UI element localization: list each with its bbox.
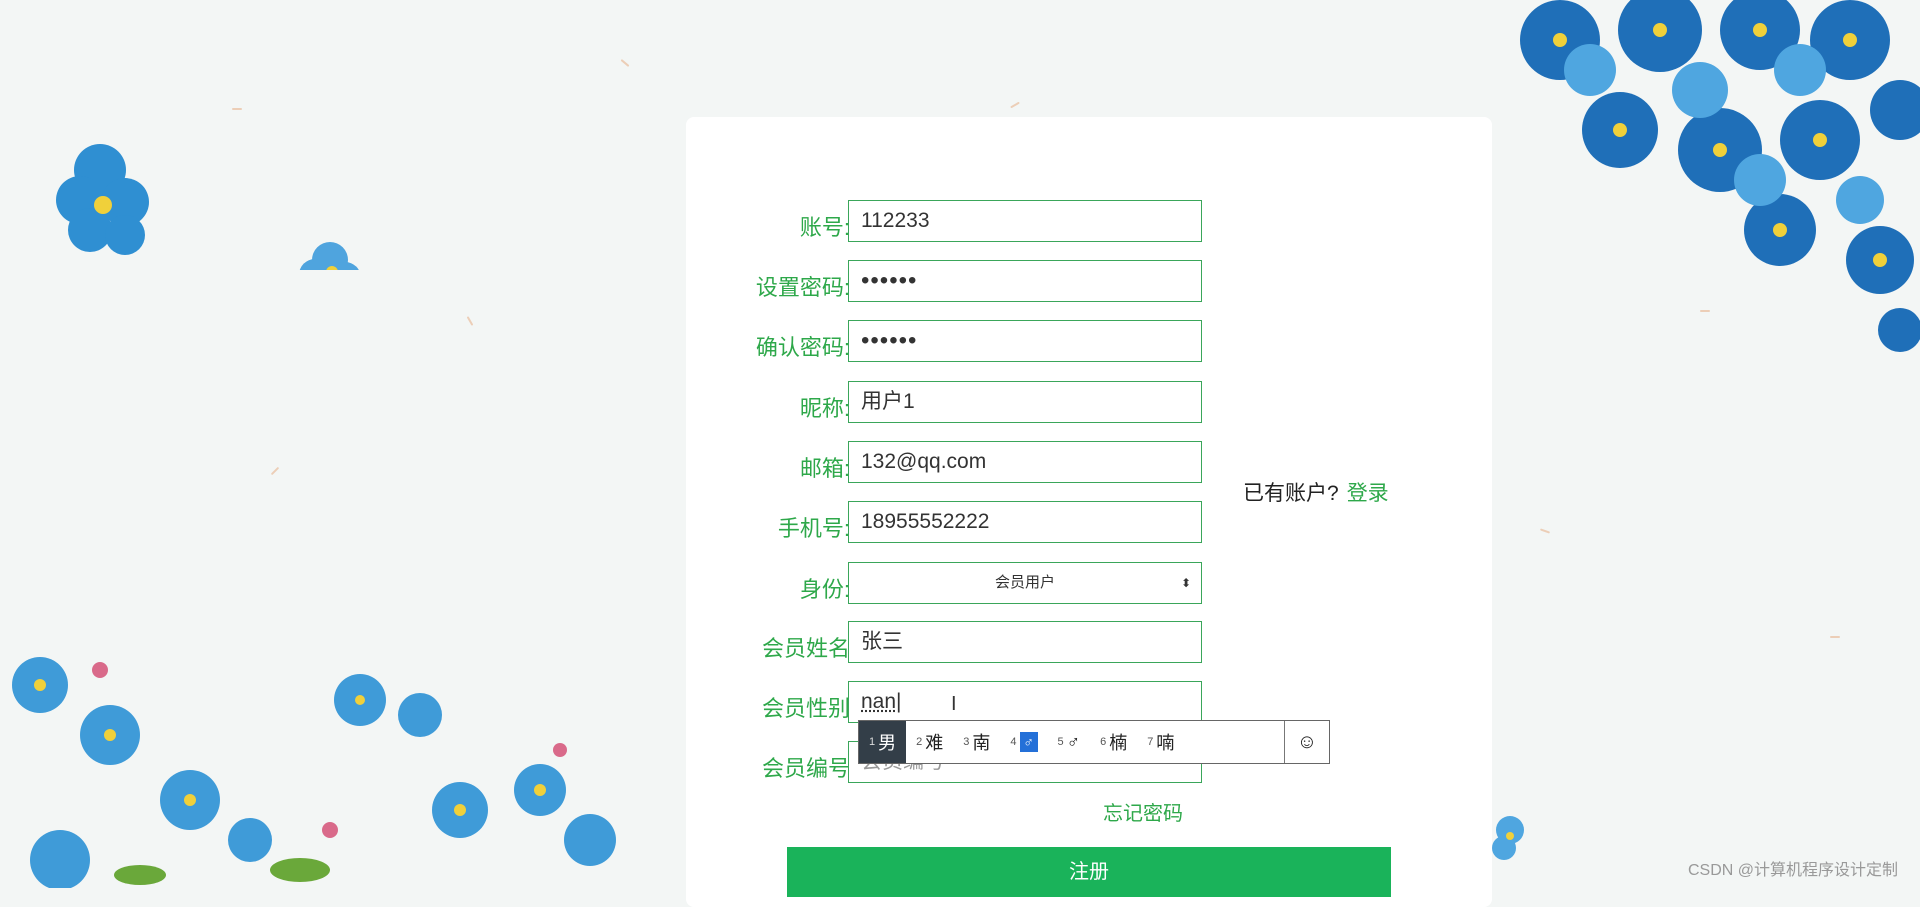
email-row: 邮箱: 132@qq.com <box>686 441 1246 485</box>
phone-label: 手机号: <box>777 516 850 541</box>
member-name-row: 会员姓名 张三 <box>686 621 1246 665</box>
nickname-label: 昵称: <box>799 396 850 421</box>
forgot-password-link[interactable]: 忘记密码 <box>1103 797 1183 826</box>
select-arrows-icon: ⬍ <box>1180 576 1191 590</box>
phone-input[interactable]: 18955552222 <box>848 501 1202 543</box>
decorative-flowers-topleft <box>56 144 359 270</box>
member-gender-input[interactable]: nan| <box>848 681 1202 723</box>
member-gender-row: 会员性别 nan| <box>686 681 1246 725</box>
member-name-label: 会员姓名 <box>761 636 850 661</box>
nickname-input[interactable]: 用户1 <box>848 381 1202 423</box>
confirm-password-label: 确认密码: <box>755 335 850 360</box>
ime-candidate-2[interactable]: 2难 <box>906 721 953 763</box>
text-cursor-icon: I <box>951 693 957 715</box>
role-row: 身份: 会员用户 ⬍ <box>686 562 1246 606</box>
has-account-text: 已有账户? <box>1243 482 1339 505</box>
email-label: 邮箱: <box>799 456 850 481</box>
account-row: 账号: 112233 <box>686 200 1246 244</box>
ime-candidate-5[interactable]: 5 ♂ <box>1048 721 1091 763</box>
login-prompt: 已有账户? 登录 <box>1243 477 1389 507</box>
ime-candidate-4[interactable]: 4 ♂ <box>1000 721 1047 763</box>
ime-candidate-1[interactable]: 1男 <box>859 721 907 763</box>
confirm-password-row: 确认密码: •••••• <box>686 320 1246 364</box>
phone-row: 手机号: 18955552222 <box>686 501 1246 545</box>
register-button[interactable]: 注册 <box>787 847 1391 897</box>
ime-candidate-bar: 1男 2难 3南 4 ♂ 5 ♂ 6楠 7喃 ☺ <box>858 720 1330 764</box>
role-select-value: 会员用户 <box>994 574 1055 591</box>
ime-candidate-6[interactable]: 6楠 <box>1090 721 1137 763</box>
role-label: 身份: <box>799 577 850 602</box>
password-row: 设置密码: •••••• <box>686 260 1246 304</box>
male-restroom-icon: ♂ <box>1019 732 1038 752</box>
decorative-flowers-bottomleft <box>12 657 616 888</box>
role-select[interactable]: 会员用户 ⬍ <box>848 562 1202 604</box>
ime-candidate-7[interactable]: 7喃 <box>1137 721 1184 763</box>
nickname-row: 昵称: 用户1 <box>686 381 1246 425</box>
watermark: CSDN @计算机程序设计定制 <box>1687 862 1898 879</box>
member-gender-label: 会员性别 <box>761 696 850 721</box>
login-link[interactable]: 登录 <box>1347 482 1389 505</box>
password-input[interactable]: •••••• <box>848 260 1202 302</box>
register-card: 账号: 112233 设置密码: •••••• 确认密码: •••••• 昵称:… <box>686 117 1492 907</box>
confirm-password-input[interactable]: •••••• <box>848 320 1202 362</box>
password-label: 设置密码: <box>755 275 850 300</box>
account-label: 账号: <box>799 215 850 240</box>
account-input[interactable]: 112233 <box>848 200 1202 242</box>
decorative-flower-bottomright <box>1492 816 1524 860</box>
email-input[interactable]: 132@qq.com <box>848 441 1202 483</box>
member-name-input[interactable]: 张三 <box>848 621 1202 663</box>
smile-icon[interactable]: ☺ <box>1284 721 1329 763</box>
member-number-label: 会员编号 <box>761 756 850 781</box>
decorative-flowers-topright <box>1520 0 1920 352</box>
ime-candidate-3[interactable]: 3南 <box>953 721 1000 763</box>
